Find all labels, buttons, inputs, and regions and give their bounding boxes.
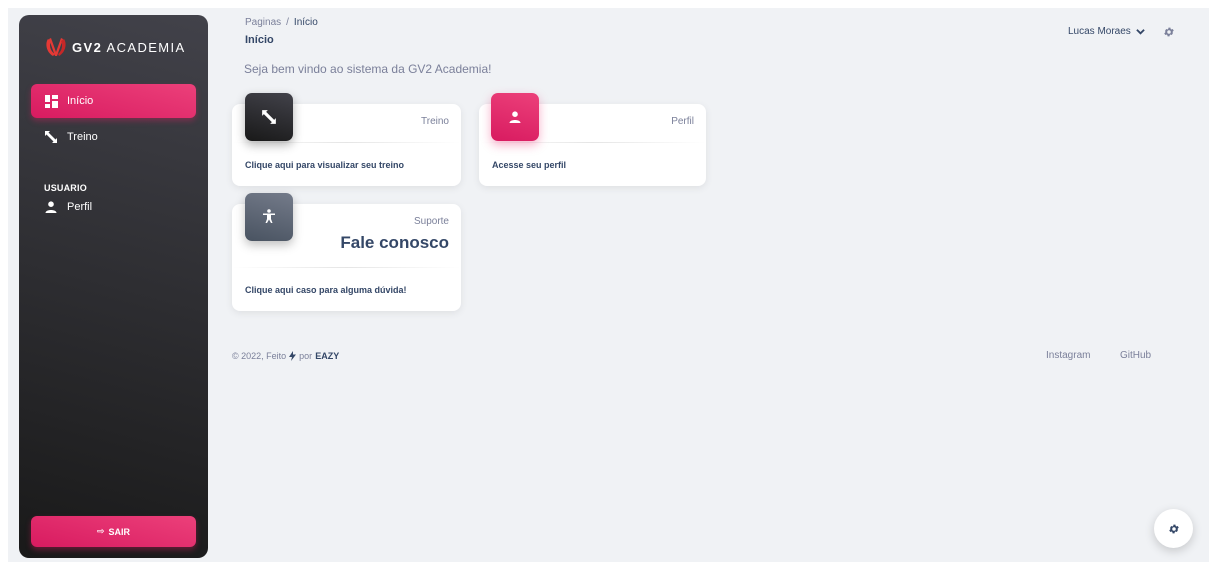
sidebar-item-label: Início bbox=[67, 95, 94, 107]
card-divider bbox=[479, 142, 706, 143]
person-icon bbox=[509, 111, 521, 123]
breadcrumb: Paginas / Início bbox=[245, 17, 318, 28]
card-category: Perfil bbox=[671, 116, 694, 127]
copyright: © 2022, Feito por EAZY bbox=[232, 351, 339, 361]
logout-icon: ⇨ bbox=[96, 526, 105, 536]
logout-button[interactable]: ⇨ SAIR bbox=[31, 516, 196, 547]
sidebar-item-treino[interactable]: Treino bbox=[31, 120, 196, 154]
gear-icon[interactable] bbox=[1163, 26, 1175, 38]
breadcrumb-current: Início bbox=[293, 17, 318, 28]
card-icon-box bbox=[245, 193, 293, 241]
bolt-icon bbox=[289, 351, 297, 361]
card-icon-box bbox=[491, 93, 539, 141]
chevron-down-icon bbox=[1136, 29, 1145, 35]
card-suporte[interactable]: Suporte Fale conosco Clique aqui caso pa… bbox=[232, 193, 461, 311]
welcome-message: Seja bem vindo ao sistema da GV2 Academi… bbox=[244, 62, 492, 76]
sidebar-item-perfil[interactable]: Perfil bbox=[31, 190, 196, 224]
card-title: Fale conosco bbox=[340, 233, 449, 252]
brand[interactable]: GV2 ACADEMIA bbox=[44, 35, 186, 59]
configurator-button[interactable] bbox=[1154, 509, 1193, 548]
card-category: Treino bbox=[421, 116, 449, 127]
gear-icon bbox=[1168, 524, 1179, 533]
copyright-brand[interactable]: EAZY bbox=[315, 351, 339, 361]
sidebar-item-inicio[interactable]: Início bbox=[31, 84, 196, 118]
copyright-prefix: © 2022, Feito bbox=[232, 351, 287, 361]
sidebar: GV2 ACADEMIA Início Treino USUARIO Perfi… bbox=[19, 15, 208, 558]
card-link[interactable]: Acesse seu perfil bbox=[492, 160, 566, 170]
card-link[interactable]: Clique aqui caso para alguma dúvida! bbox=[245, 285, 407, 295]
sidebar-item-label: Treino bbox=[67, 131, 98, 143]
footer-link-github[interactable]: GitHub bbox=[1120, 350, 1151, 361]
expand-arrows-icon bbox=[262, 110, 276, 124]
brand-logo-icon bbox=[46, 38, 66, 56]
user-name: Lucas Moraes bbox=[1068, 26, 1131, 37]
card-perfil[interactable]: Perfil Acesse seu perfil bbox=[479, 93, 706, 186]
person-icon bbox=[44, 200, 58, 214]
footer-link-instagram[interactable]: Instagram bbox=[1046, 350, 1090, 361]
card-link[interactable]: Clique aqui para visualizar seu treino bbox=[245, 160, 404, 170]
breadcrumb-separator: / bbox=[286, 17, 289, 28]
expand-arrows-icon bbox=[44, 130, 58, 144]
breadcrumb-parent[interactable]: Paginas bbox=[245, 17, 281, 28]
card-divider bbox=[232, 267, 461, 268]
card-treino[interactable]: Treino Clique aqui para visualizar seu t… bbox=[232, 93, 461, 186]
card-icon-box bbox=[245, 93, 293, 141]
logout-label: SAIR bbox=[108, 526, 131, 537]
card-category: Suporte bbox=[413, 216, 449, 227]
card-divider bbox=[232, 142, 461, 143]
page-title: Início bbox=[245, 34, 274, 46]
copyright-by: por bbox=[299, 351, 313, 361]
sidebar-item-label: Perfil bbox=[67, 201, 93, 213]
brand-name: GV2 ACADEMIA bbox=[72, 39, 186, 55]
accessibility-icon bbox=[263, 209, 275, 223]
dashboard-icon bbox=[44, 94, 58, 108]
user-menu[interactable]: Lucas Moraes bbox=[1068, 26, 1145, 37]
